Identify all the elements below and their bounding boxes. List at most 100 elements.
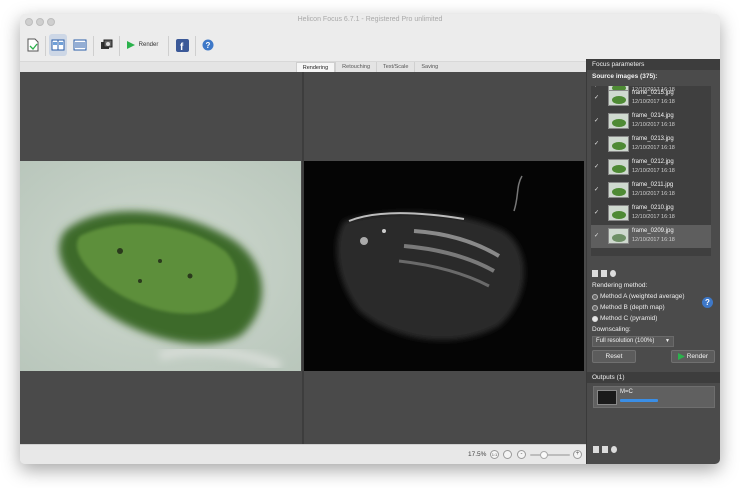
zoom-out-button[interactable]: -: [517, 450, 526, 459]
outputs-label: Outputs (1): [587, 372, 720, 383]
file-name: frame_0213.jpg: [632, 136, 674, 142]
output-actions: [593, 446, 617, 453]
radio-dot-selected: [592, 315, 598, 322]
zoom-slider-track[interactable]: [530, 454, 570, 456]
tab-retouching[interactable]: Retouching: [335, 62, 376, 72]
depth-preview-image[interactable]: [304, 161, 584, 371]
output-settings-icon[interactable]: [611, 446, 617, 453]
svg-text:?: ?: [206, 41, 211, 50]
toolbar: Render f ?: [20, 30, 720, 62]
play-icon: [126, 41, 135, 49]
list-item[interactable]: ✓ frame_0214.jpg 12/10/2017 16:18: [591, 110, 711, 133]
list-item[interactable]: ✓ frame_0213.jpg 12/10/2017 16:18: [591, 133, 711, 156]
tab-rendering[interactable]: Rendering: [295, 62, 336, 72]
thumbnail: [608, 90, 629, 106]
checkbox[interactable]: ✓: [594, 95, 600, 101]
facebook-button[interactable]: f: [173, 34, 191, 56]
file-name: frame_0210.jpg: [632, 205, 674, 211]
file-date: 12/10/2017 16:18: [632, 214, 675, 220]
downscaling-label: Downscaling:: [592, 326, 631, 333]
leaf-photo: [20, 161, 301, 371]
help-toolbar-button[interactable]: ?: [199, 34, 217, 56]
remove-images-icon[interactable]: [601, 270, 607, 277]
open-file-button[interactable]: [24, 34, 42, 56]
file-date: 12/10/2017 16:18: [632, 122, 675, 128]
depth-map-photo: [304, 161, 584, 371]
file-date: 12/10/2017 16:18: [632, 168, 675, 174]
facebook-icon: f: [175, 38, 189, 52]
split-view-icon: [51, 39, 65, 51]
downscaling-select[interactable]: Full resolution (100%) ▼: [592, 336, 674, 347]
zoom-fit-button[interactable]: 1:1: [490, 450, 499, 459]
play-icon: [677, 352, 685, 360]
document-icon: [27, 38, 39, 52]
image-viewer[interactable]: + +: [20, 72, 586, 457]
checkbox[interactable]: ✓: [594, 118, 600, 124]
thumbnail: [608, 113, 629, 129]
tab-text-scale[interactable]: Text/Scale: [376, 62, 414, 72]
method-a-radio[interactable]: Method A (weighted average): [592, 293, 685, 300]
stack-tool-button[interactable]: [98, 34, 116, 56]
source-preview-image[interactable]: [20, 161, 301, 371]
list-item[interactable]: ✓ frame_0212.jpg 12/10/2017 16:18: [591, 156, 711, 179]
help-icon[interactable]: ?: [702, 297, 713, 308]
tab-saving[interactable]: Saving: [414, 62, 444, 72]
radio-dot: [592, 293, 598, 300]
panel-header: Focus parameters: [587, 59, 720, 70]
method-b-radio[interactable]: Method B (depth map): [592, 304, 665, 311]
list-item-selected[interactable]: ✓ frame_0209.jpg 12/10/2017 16:18: [591, 225, 711, 248]
app-window: Helicon Focus 6.7.1 - Registered Pro unl…: [20, 14, 720, 464]
file-name: frame_0215.jpg: [632, 90, 674, 96]
checkbox[interactable]: ✓: [594, 233, 600, 239]
file-date: 12/10/2017 16:18: [632, 145, 675, 151]
file-name: frame_0212.jpg: [632, 159, 674, 165]
file-date: 12/10/2017 16:18: [632, 237, 675, 243]
thumbnail: [608, 205, 629, 221]
reset-button[interactable]: Reset: [592, 350, 636, 363]
output-name: M=C: [620, 389, 633, 395]
thumbnail: [608, 228, 629, 244]
checkbox[interactable]: ✓: [594, 164, 600, 170]
stack-icon: [101, 39, 113, 49]
list-view-icon: [73, 39, 87, 51]
method-c-radio[interactable]: Method C (pyramid): [592, 315, 657, 322]
zoom-slider-knob[interactable]: [540, 451, 548, 459]
radio-dot: [592, 304, 598, 311]
file-date: 12/10/2017 16:18: [632, 99, 675, 105]
help-icon: ?: [202, 39, 214, 51]
file-name: frame_0209.jpg: [632, 228, 674, 234]
title-bar: Helicon Focus 6.7.1 - Registered Pro unl…: [20, 14, 720, 30]
file-name: frame_0214.jpg: [632, 113, 674, 119]
save-output-icon[interactable]: [593, 446, 599, 453]
thumbnail: [608, 136, 629, 152]
list-item[interactable]: ✓ frame_0215.jpg 12/10/2017 16:18: [591, 87, 711, 110]
render-button[interactable]: Render: [671, 350, 715, 363]
focus-parameters-panel: Focus parameters Source images (375): ✓ …: [586, 59, 720, 464]
zoom-reset-button[interactable]: [503, 450, 512, 459]
list-item[interactable]: ✓ frame_0211.jpg 12/10/2017 16:18: [591, 179, 711, 202]
zoom-level: 17.5%: [468, 451, 487, 458]
window-title: Helicon Focus 6.7.1 - Registered Pro unl…: [297, 16, 443, 23]
thumbnail: [608, 182, 629, 198]
delete-output-icon[interactable]: [602, 446, 608, 453]
split-view-button[interactable]: [49, 34, 67, 56]
source-images-label: Source images (375):: [592, 73, 658, 80]
list-view-button[interactable]: [71, 34, 89, 56]
settings-icon[interactable]: [610, 270, 616, 277]
rendering-method-label: Rendering method:: [592, 282, 648, 289]
file-name: frame_0211.jpg: [632, 182, 674, 188]
source-images-list[interactable]: ✓ 12/10/2017 16:18 ✓ frame_0215.jpg 12/1…: [591, 86, 711, 256]
list-actions: [592, 270, 616, 277]
checkbox[interactable]: ✓: [594, 187, 600, 193]
checkbox[interactable]: ✓: [594, 210, 600, 216]
thumbnail: [608, 159, 629, 175]
file-date: 12/10/2017 16:18: [632, 191, 675, 197]
output-progress-bar: [620, 399, 658, 402]
output-item[interactable]: M=C: [593, 386, 715, 408]
checkbox[interactable]: ✓: [594, 141, 600, 147]
list-item[interactable]: ✓ frame_0210.jpg 12/10/2017 16:18: [591, 202, 711, 225]
render-toolbar-button[interactable]: Render: [123, 34, 161, 56]
add-images-icon[interactable]: [592, 270, 598, 277]
zoom-in-button[interactable]: +: [573, 450, 582, 459]
chevron-down-icon: ▼: [665, 338, 670, 344]
